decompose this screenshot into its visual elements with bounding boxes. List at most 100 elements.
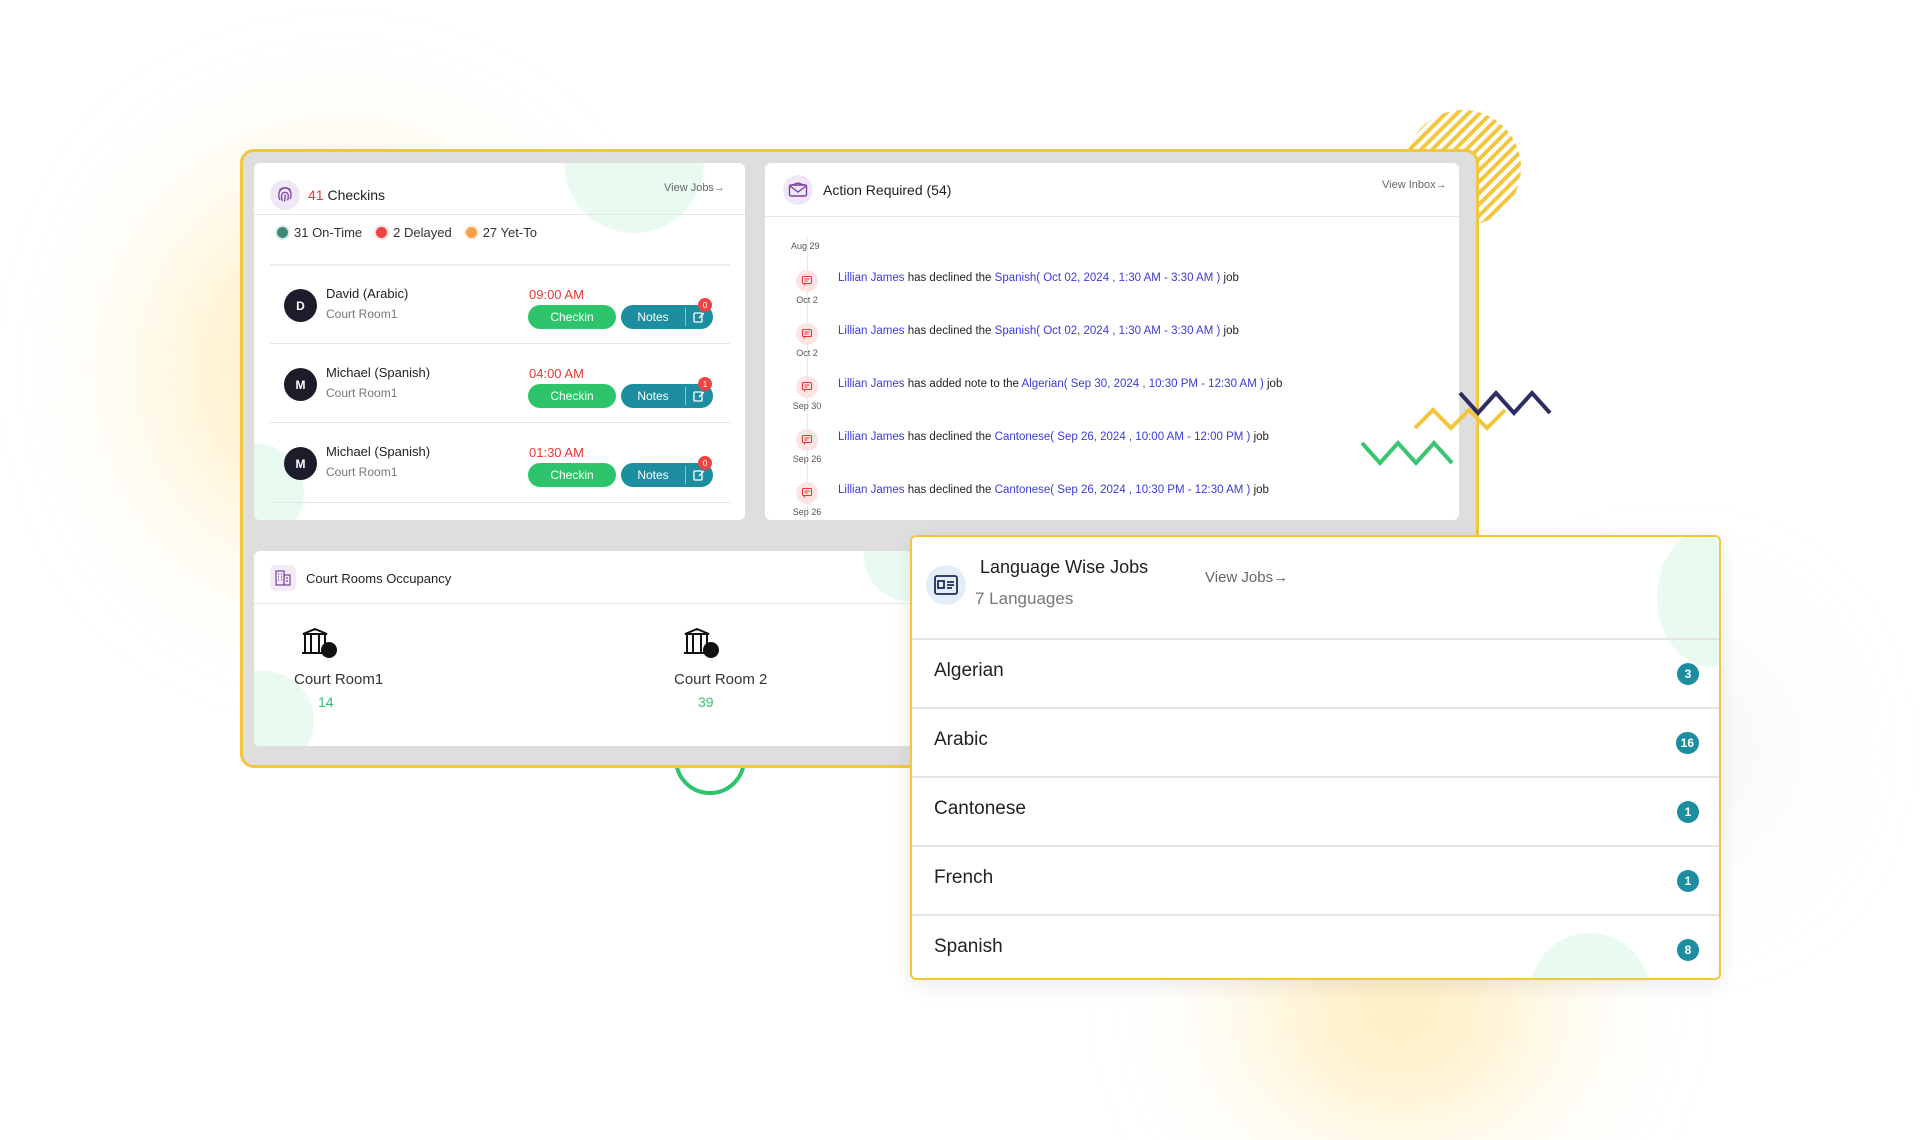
checkin-row: D David (Arabic) Court Room1 09:00 AM Ch… [254,265,745,343]
language-row[interactable]: Cantonese 1 [912,776,1719,846]
action-suffix: job [1253,431,1269,443]
checkin-row: M Michael (Spanish) Court Room1 01:30 AM… [254,423,745,520]
action-verb: has declined the [907,325,992,337]
checkins-title: 41 Checkins [308,187,385,203]
yet-to-label: 27 Yet-To [482,225,537,240]
divider [254,603,914,604]
action-item[interactable]: Oct 2 Lillian James has declined the Spa… [765,262,1459,315]
job-link[interactable]: Spanish( Oct 02, 2024 , 1:30 AM - 3:30 A… [995,272,1221,284]
divider [765,216,1459,217]
language-name: Cantonese [934,798,1026,819]
notes-label: Notes [637,468,669,482]
fingerprint-icon [270,180,300,210]
language-row[interactable]: Spanish 8 [912,914,1719,978]
action-required-card: Action Required (54) View Inbox→ Aug 29 … [765,163,1459,520]
view-jobs-link[interactable]: View Jobs→ [664,182,725,194]
checkins-label: Checkins [327,187,386,203]
action-item[interactable]: Sep 26 Lillian James has declined the Ca… [765,421,1459,474]
court-room: Court Room1 [326,386,398,400]
court-room-count: 39 [698,694,714,710]
court-room-tile[interactable]: Court Room 2 39 [674,626,767,710]
job-link[interactable]: Cantonese( Sep 26, 2024 , 10:30 PM - 12:… [995,484,1251,496]
zigzag-decoration [1360,390,1552,466]
language-job-count: 3 [1677,663,1699,685]
building-icon [270,565,296,591]
notes-count-badge: 0 [698,456,712,470]
job-time: 09:00 AM [529,287,584,302]
view-inbox-link[interactable]: View Inbox→ [1382,179,1447,191]
language-job-count: 1 [1677,801,1699,823]
language-name: French [934,867,994,888]
user-link[interactable]: Lillian James [838,378,904,390]
checkin-button[interactable]: Checkin [528,384,616,408]
action-date: Sep 26 [792,454,822,464]
interpreter-name: Michael (Spanish) [326,444,431,459]
user-link[interactable]: Lillian James [838,325,904,337]
court-room-name: Court Room 2 [674,671,768,688]
language-card-title: Language Wise Jobs [980,557,1149,577]
user-link[interactable]: Lillian James [838,272,904,284]
checkins-count: 41 [308,187,324,203]
on-time-label: 31 On-Time [294,225,363,240]
notes-count-badge: 0 [698,298,712,312]
timeline-date: Aug 29 [791,241,820,251]
message-icon [796,482,818,504]
language-wise-jobs-card: Language Wise Jobs 7 Languages View Jobs… [910,535,1721,980]
user-link[interactable]: Lillian James [838,484,904,496]
card-decoration [564,163,704,233]
checkin-row: M Michael (Spanish) Court Room1 04:00 AM… [254,344,745,422]
notes-label: Notes [637,389,669,403]
avatar: M [284,368,317,401]
delayed-label: 2 Delayed [393,225,452,240]
on-time-dot [277,227,288,238]
language-row[interactable]: French 1 [912,845,1719,915]
language-job-count: 16 [1675,732,1699,754]
card-decoration [864,551,914,601]
action-date: Oct 2 [796,295,818,305]
language-row[interactable]: Algerian 3 [912,638,1719,708]
action-suffix: job [1253,484,1269,496]
action-verb: has declined the [907,431,992,443]
divider [254,214,745,215]
edit-note-icon[interactable] [686,311,712,323]
view-jobs-link[interactable]: View Jobs→ [1205,569,1288,586]
courthouse-icon [301,627,337,658]
message-icon [796,323,818,345]
action-text: Lillian James has declined the Cantonese… [838,484,1269,496]
language-name: Spanish [934,936,1003,957]
job-link[interactable]: Algerian( Sep 30, 2024 , 10:30 PM - 12:3… [1022,378,1264,390]
checkin-button[interactable]: Checkin [528,463,616,487]
avatar: D [284,289,317,322]
action-item[interactable]: Oct 2 Lillian James has declined the Spa… [765,315,1459,368]
language-row[interactable]: Arabic 16 [912,707,1719,777]
avatar: M [284,447,317,480]
action-suffix: job [1267,378,1283,390]
interpreter-name: David (Arabic) [326,286,409,301]
action-date: Sep 26 [792,507,822,517]
edit-note-icon[interactable] [686,469,712,481]
action-item[interactable]: Sep 30 Lillian James has added note to t… [765,368,1459,421]
checkins-card: 41 Checkins View Jobs→ 31 On-Time 2 Dela… [254,163,745,520]
action-suffix: job [1223,272,1239,284]
action-verb: has declined the [907,484,992,496]
language-job-count: 1 [1677,870,1699,892]
action-verb: has declined the [907,272,992,284]
action-date: Oct 2 [796,348,818,358]
language-name: Algerian [934,660,1004,681]
checkin-button[interactable]: Checkin [528,305,616,329]
job-link[interactable]: Spanish( Oct 02, 2024 , 1:30 AM - 3:30 A… [995,325,1221,337]
language-card-icon [926,565,966,605]
divider [270,502,730,503]
user-link[interactable]: Lillian James [838,431,904,443]
edit-note-icon[interactable] [686,390,712,402]
action-item[interactable]: Sep 26 Lillian James has declined the Ca… [765,474,1459,520]
checkins-legend: 31 On-Time 2 Delayed 27 Yet-To [277,225,537,240]
job-link[interactable]: Cantonese( Sep 26, 2024 , 10:00 AM - 12:… [995,431,1251,443]
yet-to-dot [465,227,477,238]
notes-label: Notes [637,310,669,324]
job-time: 01:30 AM [529,445,584,460]
court-room-tile[interactable]: Court Room1 14 [294,626,383,710]
job-time: 04:00 AM [529,366,584,381]
envelope-icon [783,175,813,205]
court-room: Court Room1 [326,465,398,479]
